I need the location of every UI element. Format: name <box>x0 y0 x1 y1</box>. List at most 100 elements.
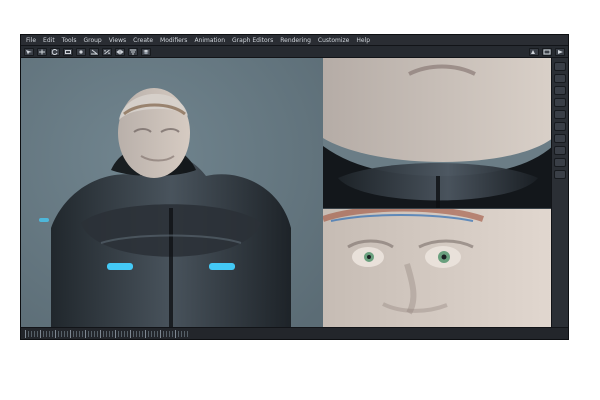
panel-button[interactable] <box>554 110 566 119</box>
timeline-tick <box>109 330 110 337</box>
percent-snap-icon[interactable] <box>102 47 112 56</box>
align-icon[interactable] <box>128 47 138 56</box>
timeline-tick <box>40 329 41 338</box>
menu-item-tools[interactable]: Tools <box>60 37 79 44</box>
right-bottom-viewport[interactable] <box>323 208 553 329</box>
panel-button[interactable] <box>554 122 566 131</box>
mirror-icon[interactable] <box>115 47 125 56</box>
timeline-tick <box>178 330 179 337</box>
timeline-tick <box>49 330 50 337</box>
panel-button[interactable] <box>554 146 566 155</box>
move-icon[interactable] <box>37 47 47 56</box>
command-panel <box>551 58 568 327</box>
timeline-tick <box>67 330 68 337</box>
timeline-tick <box>166 330 167 337</box>
timeline-tick <box>136 330 137 337</box>
timeline-tick <box>187 330 188 337</box>
timeline-tick <box>118 330 119 337</box>
render-frame-icon[interactable] <box>542 47 552 56</box>
angle-snap-icon[interactable] <box>89 47 99 56</box>
layer-icon[interactable] <box>141 47 151 56</box>
timeline-tick <box>28 330 29 337</box>
right-top-viewport-image <box>323 58 553 208</box>
timeline-tick <box>37 330 38 337</box>
timeline-tick <box>121 330 122 337</box>
menu-item-graph-editors[interactable]: Graph Editors <box>230 37 275 44</box>
timeline-tick <box>160 329 161 338</box>
timeline-tick <box>127 330 128 337</box>
select-icon[interactable] <box>24 47 34 56</box>
timeline-tick <box>169 330 170 337</box>
menu-item-group[interactable]: Group <box>81 37 103 44</box>
render-setup-icon[interactable] <box>529 47 539 56</box>
application-window: File Edit Tools Group Views Create Modif… <box>20 34 569 340</box>
menu-item-customize[interactable]: Customize <box>316 37 352 44</box>
timeline-tick <box>43 330 44 337</box>
timeline-tick <box>31 330 32 337</box>
timeline-tick <box>46 330 47 337</box>
timeline-tick <box>106 330 107 337</box>
timeline-tick <box>181 330 182 337</box>
menu-item-edit[interactable]: Edit <box>41 37 57 44</box>
timeline-tick <box>142 330 143 337</box>
timeline-tick <box>157 330 158 337</box>
timeline-tick <box>76 330 77 337</box>
timeline-tick <box>64 330 65 337</box>
timeline-tick <box>88 330 89 337</box>
timeline-tick <box>85 329 86 338</box>
timeline-tick <box>91 330 92 337</box>
panel-button[interactable] <box>554 170 566 179</box>
viewports <box>21 58 553 329</box>
rotate-icon[interactable] <box>50 47 60 56</box>
menu-item-animation[interactable]: Animation <box>192 37 227 44</box>
menu-item-views[interactable]: Views <box>107 37 128 44</box>
panel-button[interactable] <box>554 86 566 95</box>
render-icon[interactable] <box>555 47 565 56</box>
timeline-tick <box>154 330 155 337</box>
menu-item-modifiers[interactable]: Modifiers <box>158 37 189 44</box>
panel-button[interactable] <box>554 62 566 71</box>
main-viewport-image <box>21 58 323 327</box>
timeline-tick <box>148 330 149 337</box>
timeline-tick <box>25 329 26 338</box>
timeline-tick <box>94 330 95 337</box>
main-viewport[interactable] <box>21 58 323 327</box>
timeline-tick <box>124 330 125 337</box>
timeline[interactable] <box>21 327 568 339</box>
timeline-tick <box>58 330 59 337</box>
timeline-tick <box>163 330 164 337</box>
menu-bar: File Edit Tools Group Views Create Modif… <box>21 35 568 46</box>
timeline-tick <box>133 330 134 337</box>
menu-item-help[interactable]: Help <box>354 37 372 44</box>
timeline-tick <box>82 330 83 337</box>
timeline-tick <box>100 329 101 338</box>
timeline-tick <box>52 330 53 337</box>
main-toolbar <box>21 46 568 58</box>
right-top-viewport[interactable] <box>323 58 553 208</box>
right-bottom-viewport-image <box>323 209 553 329</box>
timeline-tick <box>115 329 116 338</box>
timeline-tick <box>70 329 71 338</box>
menu-item-create[interactable]: Create <box>131 37 155 44</box>
menu-item-file[interactable]: File <box>24 37 38 44</box>
timeline-tick <box>73 330 74 337</box>
panel-button[interactable] <box>554 158 566 167</box>
panel-button[interactable] <box>554 98 566 107</box>
panel-button[interactable] <box>554 134 566 143</box>
timeline-tick <box>145 329 146 338</box>
timeline-tick <box>175 329 176 338</box>
timeline-tick <box>55 329 56 338</box>
timeline-tick <box>103 330 104 337</box>
scale-icon[interactable] <box>63 47 73 56</box>
timeline-tick <box>172 330 173 337</box>
timeline-tick <box>61 330 62 337</box>
timeline-tick <box>97 330 98 337</box>
panel-button[interactable] <box>554 74 566 83</box>
timeline-tick <box>130 329 131 338</box>
timeline-tick <box>34 330 35 337</box>
snap-icon[interactable] <box>76 47 86 56</box>
page: File Edit Tools Group Views Create Modif… <box>0 0 600 400</box>
menu-item-rendering[interactable]: Rendering <box>278 37 313 44</box>
timeline-tick <box>151 330 152 337</box>
timeline-tick <box>112 330 113 337</box>
